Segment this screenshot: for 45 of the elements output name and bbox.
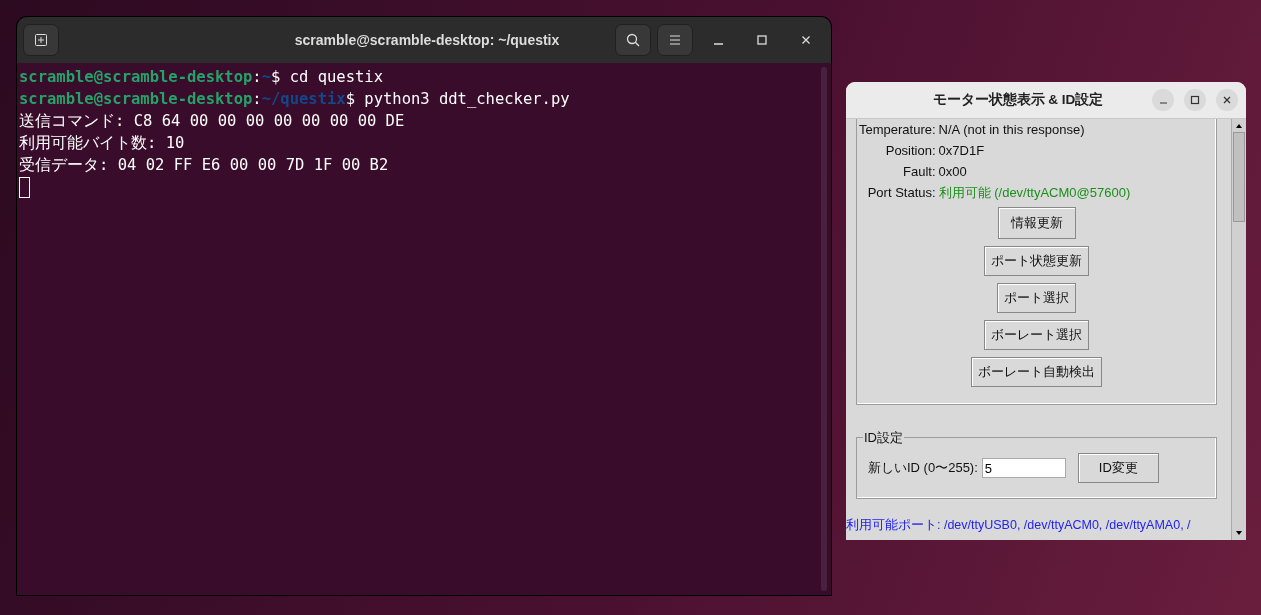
group-title: ID設定: [863, 429, 904, 447]
maximize-icon: [757, 35, 767, 45]
new-tab-button[interactable]: [23, 24, 59, 56]
search-button[interactable]: [615, 24, 651, 56]
terminal-line: scramble@scramble-desktop:~/questix$ python3 ddt_checker.py: [19, 89, 571, 110]
terminal-line: 送信コマンド: C8 64 00 00 00 00 00 00 00 DE: [19, 111, 406, 132]
field-value: N/A (not in this response): [938, 121, 1086, 138]
field-label: Position:: [884, 142, 936, 159]
field-label: Port Status:: [866, 184, 936, 201]
scroll-down-icon: [1234, 529, 1244, 537]
change-id-button[interactable]: ID変更: [1077, 453, 1159, 483]
new-tab-icon: [34, 33, 48, 47]
terminal-line: scramble@scramble-desktop:~$ cd questix: [19, 67, 384, 88]
menu-icon: [669, 35, 681, 45]
action-button[interactable]: ボーレート選択: [984, 320, 1089, 350]
action-button[interactable]: ボーレート自動検出: [971, 357, 1102, 387]
status-text: 利用可能ポート: /dev/ttyUSB0, /dev/ttyACM0, /dev/ttyAMA0, /: [846, 517, 1192, 534]
field-label: 新しいID (0〜255):: [868, 459, 978, 477]
scroll-up-icon: [1234, 122, 1244, 130]
minimize-button[interactable]: [1152, 89, 1174, 111]
minimize-icon: [1159, 102, 1167, 104]
search-icon: [626, 33, 640, 47]
field-value: 0x00: [938, 163, 968, 180]
action-button[interactable]: ポート状態更新: [984, 246, 1089, 276]
action-button[interactable]: ポート選択: [997, 283, 1076, 313]
field-label: Temperature:: [859, 121, 936, 138]
close-icon: [801, 35, 811, 45]
close-button[interactable]: [1216, 89, 1238, 111]
terminal-line: 利用可能バイト数: 10: [19, 133, 186, 154]
scroll-thumb[interactable]: [1233, 132, 1245, 222]
input-field[interactable]: 5: [981, 458, 1066, 478]
maximize-icon: [1190, 95, 1200, 105]
scrollbar[interactable]: [1231, 119, 1246, 540]
menu-button[interactable]: [657, 24, 693, 56]
field-value: 利用可能 (/dev/ttyACM0@57600): [938, 184, 1131, 201]
text-cursor: [19, 177, 30, 198]
maximize-button[interactable]: [1184, 89, 1206, 111]
field-label: Fault:: [902, 163, 936, 180]
close-icon: [1222, 95, 1232, 105]
minimize-icon: [713, 42, 723, 45]
terminal-line: 受信データ: 04 02 FF E6 00 00 7D 1F 00 B2: [19, 155, 390, 176]
window-title: scramble@scramble-desktop: ~/questix: [293, 32, 561, 48]
field-value: 0x7D1F: [938, 142, 986, 159]
action-button[interactable]: 情報更新: [997, 207, 1076, 239]
window-title: モーター状態表示 & ID設定: [931, 91, 1105, 109]
